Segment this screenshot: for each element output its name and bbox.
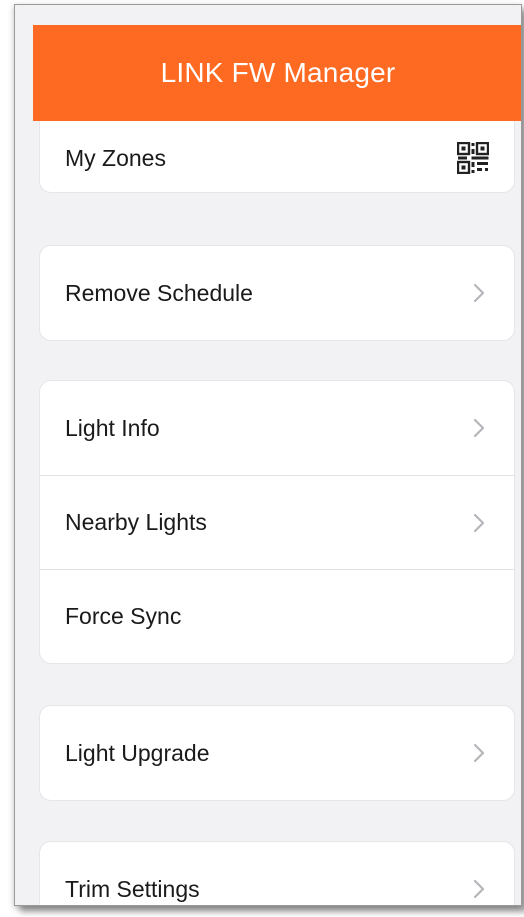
light-info-label: Light Info (65, 414, 160, 441)
chevron-right-icon (468, 512, 490, 534)
nearby-lights-row[interactable]: Nearby Lights (40, 475, 514, 569)
force-sync-row[interactable]: Force Sync (40, 569, 514, 663)
force-sync-label: Force Sync (65, 603, 182, 629)
app-frame: My Zones Remove Schedule Light Info Near… (14, 4, 522, 906)
trim-settings-label: Trim Settings (65, 875, 200, 902)
chevron-right-icon (468, 878, 490, 900)
light-info-row[interactable]: Light Info (40, 381, 514, 475)
chevron-right-icon (468, 742, 490, 764)
light-upgrade-row[interactable]: Light Upgrade (40, 706, 514, 800)
remove-schedule-label: Remove Schedule (65, 279, 253, 306)
nearby-lights-label: Nearby Lights (65, 509, 207, 535)
my-zones-label: My Zones (65, 144, 166, 171)
light-upgrade-label: Light Upgrade (65, 739, 210, 766)
app-title: LINK FW Manager (160, 57, 396, 88)
chevron-right-icon (468, 417, 490, 439)
trim-settings-row[interactable]: Trim Settings (40, 842, 514, 905)
qr-code-icon[interactable] (456, 141, 490, 175)
app-header: LINK FW Manager (33, 25, 521, 121)
light-tools-card: Light Info Nearby Lights Force Sync (39, 380, 515, 664)
light-upgrade-card: Light Upgrade (39, 705, 515, 801)
trim-settings-card: Trim Settings (39, 841, 515, 905)
chevron-right-icon (468, 282, 490, 304)
remove-schedule-row[interactable]: Remove Schedule (40, 246, 514, 340)
remove-schedule-card: Remove Schedule (39, 245, 515, 341)
